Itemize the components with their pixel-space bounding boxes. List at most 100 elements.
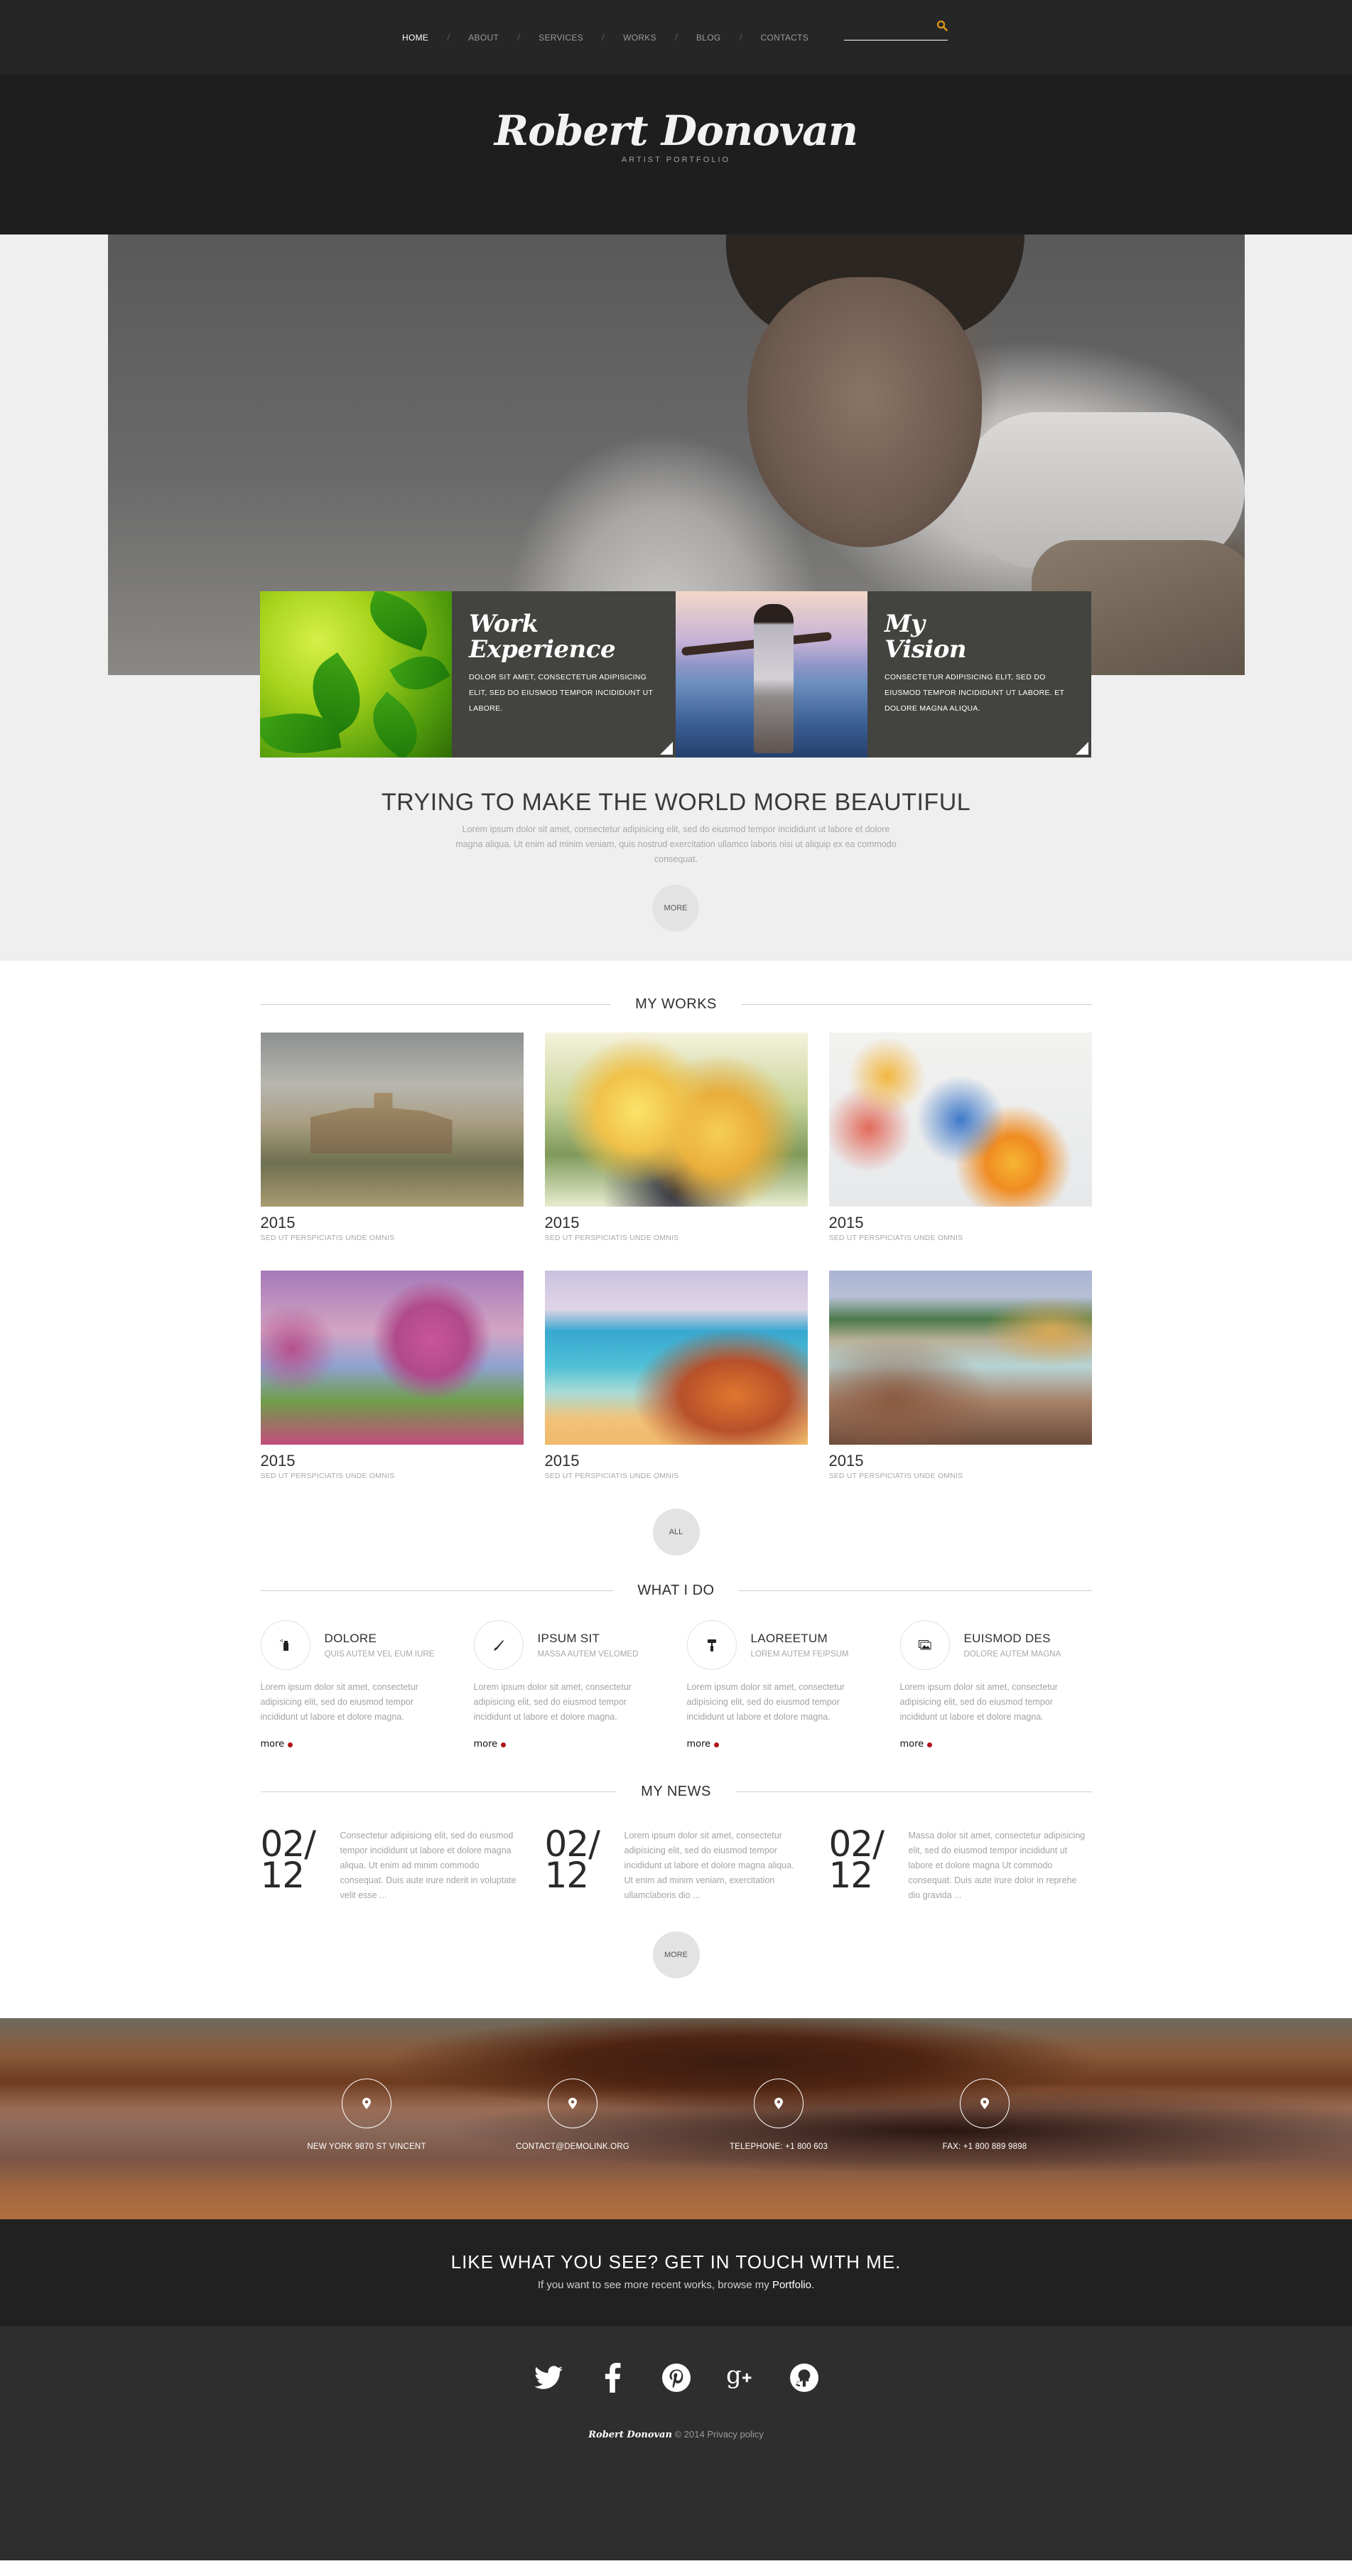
nav-separator: / bbox=[739, 31, 742, 42]
news-excerpt[interactable]: Consectetur adipisicing elit, sed do eiu… bbox=[340, 1828, 518, 1903]
feature-corner-link[interactable] bbox=[660, 742, 673, 755]
top-navigation: HOME / ABOUT / SERVICES / WORKS / BLOG /… bbox=[0, 0, 1352, 75]
portfolio-link[interactable]: Portfolio bbox=[772, 2279, 811, 2291]
feature-description: CONSECTETUR ADIPISICING ELIT, SED DO EIU… bbox=[885, 673, 1065, 713]
brush-icon bbox=[473, 1620, 524, 1670]
services-section: WHAT I DO DOLORE QUIS AUTEM VEL EUM IURE… bbox=[260, 1583, 1092, 1750]
divider-line bbox=[260, 1004, 612, 1005]
site-footer: g Robert Donovan © 2014 Privacy policy bbox=[0, 2327, 1352, 2560]
works-heading: MY WORKS bbox=[635, 996, 717, 1012]
pictures-icon bbox=[899, 1620, 950, 1670]
github-icon[interactable] bbox=[789, 2362, 818, 2393]
privacy-policy-link[interactable]: Privacy policy bbox=[707, 2429, 763, 2440]
tagline-heading: TRYING TO MAKE THE WORLD MORE BEAUTIFUL bbox=[381, 789, 971, 816]
feature-title-line: Experience bbox=[469, 635, 616, 664]
search-input[interactable] bbox=[844, 28, 929, 38]
work-year: 2015 bbox=[828, 1214, 864, 1232]
nav-item-home[interactable]: HOME bbox=[402, 33, 428, 43]
nav-menu: HOME / ABOUT / SERVICES / WORKS / BLOG /… bbox=[402, 30, 809, 43]
nav-item-about[interactable]: ABOUT bbox=[468, 33, 499, 43]
service-item: DOLORE QUIS AUTEM VEL EUM IURE Lorem ips… bbox=[260, 1620, 453, 1750]
contact-label: TELEPHONE: +1 800 603 bbox=[729, 2143, 828, 2151]
search-box bbox=[844, 17, 948, 41]
feature-title-line: Work bbox=[469, 610, 539, 638]
nav-separator: / bbox=[447, 31, 450, 42]
nav-separator: / bbox=[674, 31, 678, 42]
service-more-link[interactable]: more bbox=[261, 1739, 293, 1750]
service-titles: EUISMOD DES DOLORE AUTEM MAGNA bbox=[964, 1632, 1061, 1659]
work-year: 2015 bbox=[260, 1214, 296, 1232]
search-icon[interactable] bbox=[936, 20, 948, 31]
news-date-day: 12 bbox=[260, 1855, 305, 1896]
site-logo[interactable]: Robert Donovan bbox=[0, 108, 1352, 154]
contact-label[interactable]: CONTACT@DEMOLINK.ORG bbox=[502, 2143, 644, 2151]
pinterest-icon[interactable] bbox=[661, 2362, 691, 2393]
feature-work-experience: Work Experience DOLOR SIT AMET, CONSECTE… bbox=[452, 591, 676, 758]
divider-line bbox=[260, 1590, 614, 1591]
arrow-right-icon bbox=[714, 1742, 720, 1747]
work-year: 2015 bbox=[260, 1452, 296, 1470]
news-date: 02/ 12 bbox=[260, 1826, 340, 1903]
more-label: more bbox=[899, 1739, 924, 1750]
service-title: LAOREETUM bbox=[750, 1632, 828, 1645]
feature-boxes: Work Experience DOLOR SIT AMET, CONSECTE… bbox=[260, 591, 1091, 758]
paint-roller-icon bbox=[686, 1620, 737, 1670]
facebook-icon[interactable] bbox=[598, 2362, 627, 2393]
news-more-button[interactable]: MORE bbox=[652, 1931, 700, 1978]
service-subtitle: LOREM AUTEM FEIPSUM bbox=[750, 1650, 849, 1659]
section-title: MY WORKS bbox=[260, 996, 1092, 1013]
work-item: 2015 SED UT PERSPICIATIS UNDE OMNIS bbox=[260, 1033, 524, 1242]
nav-item-services[interactable]: SERVICES bbox=[539, 33, 583, 43]
feature-corner-link[interactable] bbox=[1076, 742, 1088, 755]
work-caption: SED UT PERSPICIATIS UNDE OMNIS bbox=[828, 1472, 963, 1480]
section-title: WHAT I DO bbox=[260, 1583, 1092, 1599]
arrow-right-icon bbox=[288, 1742, 293, 1747]
feature-my-vision: My Vision CONSECTETUR ADIPISICING ELIT, … bbox=[867, 591, 1091, 758]
news-date-day: 12 bbox=[828, 1855, 874, 1896]
contacts-band: NEW YORK 9870 ST VINCENT CONTACT@DEMOLIN… bbox=[0, 2018, 1352, 2219]
news-item: 02/ 12 Consectetur adipisicing elit, sed… bbox=[260, 1826, 524, 1903]
services-list: DOLORE QUIS AUTEM VEL EUM IURE Lorem ips… bbox=[260, 1620, 1092, 1750]
work-image-blossom-lake[interactable] bbox=[260, 1271, 524, 1445]
map-pin-icon bbox=[754, 2079, 804, 2128]
divider-line bbox=[260, 1791, 617, 1792]
news-list: 02/ 12 Consectetur adipisicing elit, sed… bbox=[260, 1826, 1092, 1903]
service-subtitle: MASSA AUTEM VELOMED bbox=[537, 1650, 639, 1659]
hero-more-button[interactable]: MORE bbox=[652, 885, 699, 932]
service-text: Lorem ipsum dolor sit amet, consectetur … bbox=[686, 1682, 845, 1722]
nav-item-works[interactable]: WORKS bbox=[623, 33, 656, 43]
work-image-village[interactable] bbox=[260, 1033, 524, 1207]
news-date: 02/ 12 bbox=[545, 1826, 624, 1903]
service-more-link[interactable]: more bbox=[687, 1739, 720, 1750]
arrow-right-icon bbox=[501, 1742, 507, 1747]
works-grid: 2015 SED UT PERSPICIATIS UNDE OMNIS 2015… bbox=[260, 1033, 1092, 1480]
services-heading: WHAT I DO bbox=[637, 1583, 715, 1598]
service-more-link[interactable]: more bbox=[474, 1739, 507, 1750]
work-caption: SED UT PERSPICIATIS UNDE OMNIS bbox=[260, 1234, 395, 1242]
contact-label: NEW YORK 9870 ST VINCENT bbox=[307, 2143, 426, 2151]
figure-shape bbox=[754, 604, 794, 753]
service-titles: LAOREETUM LOREM AUTEM FEIPSUM bbox=[751, 1632, 849, 1659]
work-image-coast[interactable] bbox=[828, 1271, 1092, 1445]
news-excerpt[interactable]: Massa dolor sit amet, consectetur adipis… bbox=[909, 1828, 1086, 1903]
copyright: Robert Donovan © 2014 Privacy policy bbox=[0, 2429, 1352, 2440]
work-image-yellow-roses[interactable] bbox=[544, 1033, 808, 1207]
work-image-sea-rocks[interactable] bbox=[544, 1271, 808, 1445]
service-text: Lorem ipsum dolor sit amet, consectetur … bbox=[473, 1682, 632, 1722]
service-more-link[interactable]: more bbox=[900, 1739, 933, 1750]
twitter-icon[interactable] bbox=[534, 2362, 563, 2393]
google-plus-icon[interactable]: g bbox=[726, 2362, 755, 2393]
nav-item-blog[interactable]: BLOG bbox=[696, 33, 721, 43]
tagline-text: Lorem ipsum dolor sit amet, consectetur … bbox=[455, 824, 897, 864]
divider-line bbox=[740, 1004, 1092, 1005]
nav-item-contacts[interactable]: CONTACTS bbox=[761, 33, 809, 43]
work-caption: SED UT PERSPICIATIS UNDE OMNIS bbox=[260, 1472, 395, 1480]
news-excerpt[interactable]: Lorem ipsum dolor sit amet, consectetur … bbox=[624, 1828, 802, 1903]
work-image-watercolor-flowers[interactable] bbox=[828, 1033, 1092, 1207]
all-works-button[interactable]: ALL bbox=[652, 1509, 700, 1556]
work-year: 2015 bbox=[544, 1214, 580, 1232]
work-item: 2015 SED UT PERSPICIATIS UNDE OMNIS bbox=[828, 1271, 1092, 1480]
service-header: IPSUM SIT MASSA AUTEM VELOMED bbox=[473, 1620, 666, 1670]
service-subtitle: DOLORE AUTEM MAGNA bbox=[963, 1650, 1061, 1659]
work-item: 2015 SED UT PERSPICIATIS UNDE OMNIS bbox=[828, 1033, 1092, 1242]
